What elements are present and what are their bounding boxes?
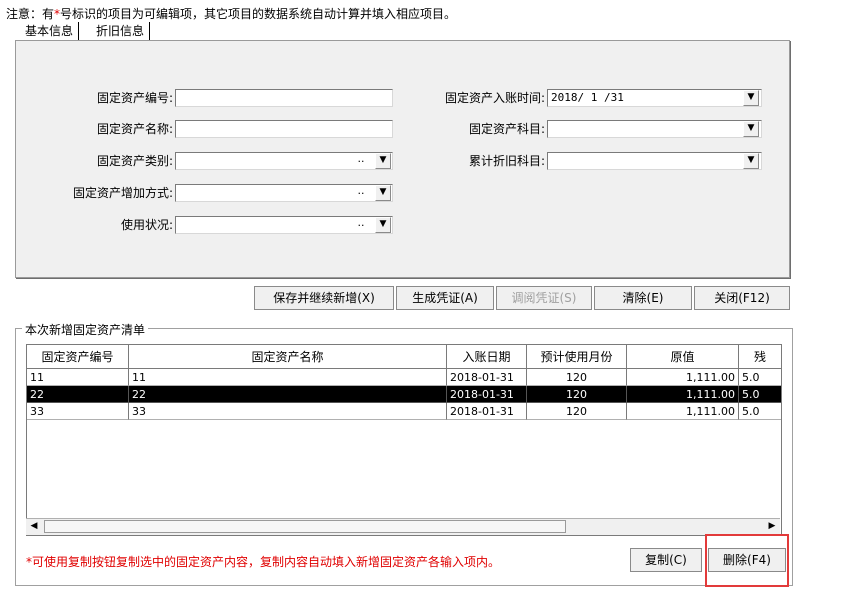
- asset-add-method-dropdown-button[interactable]: ▼: [375, 185, 391, 201]
- cell-months: 120: [527, 369, 627, 386]
- cell-months: 120: [527, 403, 627, 420]
- column-header[interactable]: 预计使用月份: [527, 345, 627, 369]
- asset-category-label: 固定资产类别:: [96, 154, 173, 168]
- cell-value: 1,111.00: [627, 369, 739, 386]
- entry-date-label: 固定资产入账时间:: [444, 91, 545, 105]
- tab-basic-info[interactable]: 基本信息: [20, 22, 80, 40]
- depr-subject-select[interactable]: [547, 152, 762, 170]
- copy-hint-text: *可使用复制按钮复制选中的固定资产内容，复制内容自动填入新增固定资产各输入项内。: [26, 555, 501, 569]
- view-voucher-button[interactable]: 调阅凭证(S): [496, 286, 592, 310]
- cell-name: 22: [129, 386, 447, 403]
- asset-subject-label: 固定资产科目:: [468, 122, 545, 136]
- asset-name-label: 固定资产名称:: [96, 122, 173, 136]
- column-header[interactable]: 固定资产名称: [129, 345, 447, 369]
- cell-name: 11: [129, 369, 447, 386]
- use-status-dropdown-button[interactable]: ▼: [375, 217, 391, 233]
- chevron-down-icon: ▼: [379, 219, 387, 229]
- scroll-thumb[interactable]: [44, 520, 566, 533]
- table-row[interactable]: 11 11 2018-01-31 120 1,111.00 5.0: [27, 369, 781, 386]
- chevron-down-icon: ▼: [747, 123, 755, 133]
- notice-text: 注意：有*号标识的项目为可编辑项，其它项目的数据系统自动计算并填入相应项目。: [6, 7, 457, 21]
- cell-date: 2018-01-31: [447, 403, 527, 420]
- cell-code: 11: [27, 369, 129, 386]
- column-header[interactable]: 入账日期: [447, 345, 527, 369]
- cell-name: 33: [129, 403, 447, 420]
- chevron-down-icon: ▼: [747, 155, 755, 165]
- chevron-down-icon: ▼: [379, 155, 387, 165]
- table-row[interactable]: 33 33 2018-01-31 120 1,111.00 5.0: [27, 403, 781, 420]
- clear-button[interactable]: 清除(E): [594, 286, 692, 310]
- cell-date: 2018-01-31: [447, 386, 527, 403]
- horizontal-scrollbar[interactable]: ◀ ▶: [26, 518, 780, 535]
- scroll-right-icon[interactable]: ▶: [764, 519, 780, 534]
- column-header[interactable]: 原值: [627, 345, 739, 369]
- asset-subject-dropdown-button[interactable]: ▼: [743, 121, 759, 137]
- asset-add-method-browse-button[interactable]: ..: [353, 185, 369, 201]
- cell-residual: 5.0: [739, 386, 781, 403]
- chevron-down-icon: ▼: [379, 187, 387, 197]
- column-header[interactable]: 残: [739, 345, 781, 369]
- close-button[interactable]: 关闭(F12): [694, 286, 790, 310]
- asset-category-browse-button[interactable]: ..: [353, 153, 369, 169]
- asset-add-method-label: 固定资产增加方式:: [72, 186, 173, 200]
- group-title: 本次新增固定资产清单: [22, 321, 149, 338]
- highlight-box: [705, 534, 789, 587]
- tab-depreciation-info[interactable]: 折旧信息: [91, 22, 151, 40]
- column-header[interactable]: 固定资产编号: [27, 345, 129, 369]
- table-row[interactable]: 22 22 2018-01-31 120 1,111.00 5.0: [27, 386, 781, 403]
- cell-residual: 5.0: [739, 369, 781, 386]
- asset-list-table[interactable]: 固定资产编号 固定资产名称 入账日期 预计使用月份 原值 残 11 11 201…: [26, 344, 782, 536]
- asset-name-input[interactable]: [175, 120, 393, 138]
- cell-months: 120: [527, 386, 627, 403]
- scroll-left-icon[interactable]: ◀: [26, 519, 42, 534]
- asset-code-label: 固定资产编号:: [96, 91, 173, 105]
- use-status-label: 使用状况:: [120, 218, 173, 232]
- asset-subject-select[interactable]: [547, 120, 762, 138]
- save-and-continue-button[interactable]: 保存并继续新增(X): [254, 286, 394, 310]
- cell-value: 1,111.00: [627, 403, 739, 420]
- entry-date-picker[interactable]: 2018/ 1 /31: [547, 89, 762, 107]
- cell-date: 2018-01-31: [447, 369, 527, 386]
- asset-code-input[interactable]: [175, 89, 393, 107]
- copy-button[interactable]: 复制(C): [630, 548, 702, 572]
- use-status-browse-button[interactable]: ..: [353, 217, 369, 233]
- depr-subject-label: 累计折旧科目:: [468, 154, 545, 168]
- depr-subject-dropdown-button[interactable]: ▼: [743, 153, 759, 169]
- cell-code: 33: [27, 403, 129, 420]
- chevron-down-icon: ▼: [747, 92, 755, 102]
- cell-value: 1,111.00: [627, 386, 739, 403]
- generate-voucher-button[interactable]: 生成凭证(A): [396, 286, 494, 310]
- cell-code: 22: [27, 386, 129, 403]
- cell-residual: 5.0: [739, 403, 781, 420]
- entry-date-dropdown-button[interactable]: ▼: [743, 90, 759, 106]
- asset-category-dropdown-button[interactable]: ▼: [375, 153, 391, 169]
